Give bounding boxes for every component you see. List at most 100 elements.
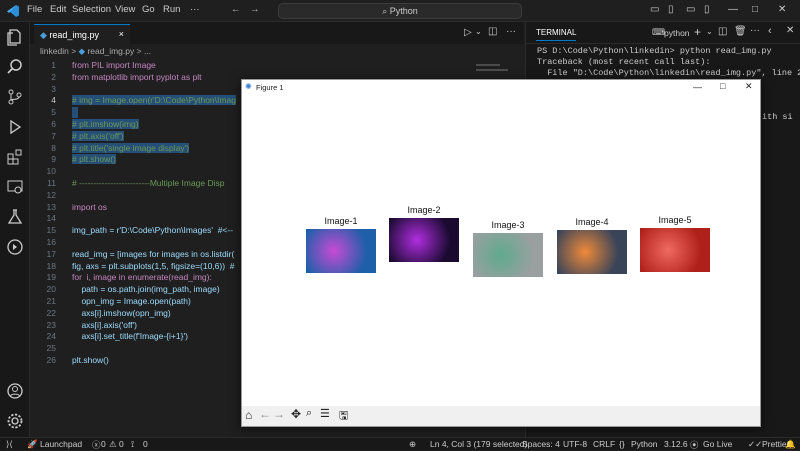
- testing-icon[interactable]: [6, 208, 24, 226]
- tab-read-img[interactable]: ◆ read_img.py ×: [34, 24, 130, 44]
- panel-right-icon[interactable]: ▯: [704, 4, 710, 15]
- line-number: 25: [46, 343, 56, 354]
- code-line[interactable]: # plt.show(): [72, 154, 116, 165]
- code-line[interactable]: fig, axs = plt.subplots(1,5, figsize=(10…: [72, 261, 235, 271]
- maximize-icon[interactable]: □: [752, 4, 758, 15]
- menu-view[interactable]: View: [115, 4, 135, 15]
- back-icon[interactable]: ←: [259, 407, 271, 421]
- new-terminal-icon[interactable]: +: [694, 25, 701, 39]
- breadcrumb-rest[interactable]: > ...: [137, 46, 151, 56]
- indentation[interactable]: Spaces: 4: [522, 439, 560, 449]
- terminal-header: TERMINAL ⌨ python + ⌄ ◫ 🗑 ··· ‹ ✕: [526, 22, 800, 44]
- figure-close-icon[interactable]: ✕: [745, 81, 753, 92]
- back-arrow-icon[interactable]: ←: [231, 4, 241, 15]
- forward-arrow-icon[interactable]: →: [250, 4, 260, 15]
- code-line[interactable]: path = os.path.join(img_path, image): [72, 284, 219, 294]
- editor-more-icon[interactable]: ···: [506, 26, 516, 37]
- code-line[interactable]: # img = Image.open(r'D:\Code\Python\Imag: [72, 95, 236, 106]
- zoom-status-icon[interactable]: ⊕: [409, 439, 416, 450]
- run-debug-icon[interactable]: [6, 118, 24, 136]
- layout-icon[interactable]: ▭: [650, 4, 659, 15]
- home-icon[interactable]: ⌂: [245, 408, 252, 422]
- command-search[interactable]: ⌕ Python: [278, 3, 522, 19]
- cursor-position[interactable]: Ln 4, Col 3 (179 selected): [430, 439, 527, 449]
- code-line[interactable]: from matplotlib import pyplot as plt: [72, 72, 201, 82]
- configure-subplots-icon[interactable]: ☰: [320, 407, 330, 420]
- menu-file[interactable]: File: [27, 4, 42, 15]
- kill-terminal-icon[interactable]: 🗑: [734, 26, 747, 37]
- search-activity-icon[interactable]: [6, 58, 24, 76]
- menu-run[interactable]: Run: [163, 4, 180, 15]
- account-icon[interactable]: [6, 382, 24, 400]
- breadcrumb-file[interactable]: read_img.py: [87, 46, 134, 56]
- code-line[interactable]: opn_img = Image.open(path): [72, 296, 190, 306]
- terminal-dropdown-icon[interactable]: ⌄: [706, 27, 713, 36]
- python-version[interactable]: 3.12.6: [664, 439, 688, 449]
- code-line[interactable]: plt.show(): [72, 355, 109, 365]
- explorer-icon[interactable]: [6, 28, 24, 46]
- extensions-icon[interactable]: [6, 148, 24, 166]
- menu-go[interactable]: Go: [142, 4, 155, 15]
- source-control-icon[interactable]: [6, 88, 24, 106]
- terminal-line-prompt: PS D:\Code\Python\linkedin> python read_…: [537, 46, 772, 56]
- menu-more[interactable]: ···: [190, 4, 200, 15]
- code-line[interactable]: axs[i].set_title(f'Image-{i+1}'): [72, 331, 187, 341]
- line-number: 23: [46, 319, 56, 330]
- golive-label[interactable]: Go Live: [703, 439, 732, 449]
- code-line[interactable]: # plt.imshow(img): [72, 119, 139, 129]
- minimize-icon[interactable]: —: [728, 4, 738, 15]
- python-file-icon: ◆: [78, 46, 86, 56]
- forward-icon[interactable]: →: [273, 407, 285, 421]
- remote-explorer-icon[interactable]: [6, 178, 24, 196]
- launchpad-icon: 🚀: [27, 439, 38, 449]
- terminal-more-icon[interactable]: ···: [750, 25, 760, 36]
- zoom-icon[interactable]: ⌕: [306, 407, 312, 420]
- pan-icon[interactable]: ✥: [291, 407, 301, 421]
- code-line[interactable]: # plt.axis('off'): [72, 130, 124, 141]
- line-number: 19: [46, 272, 56, 283]
- terminal-tab[interactable]: TERMINAL: [536, 28, 577, 41]
- vscode-logo-icon: [7, 5, 19, 17]
- subplot-image: [557, 230, 627, 274]
- panel-bottom-icon[interactable]: ▭: [686, 4, 695, 15]
- close-window-icon[interactable]: ✕: [778, 4, 786, 15]
- code-line[interactable]: read_img = [images for images in os.list…: [72, 249, 234, 259]
- terminal-shell-name[interactable]: python: [664, 28, 690, 38]
- code-line[interactable]: for i, image in enumerate(read_img):: [72, 272, 212, 282]
- line-number: 6: [51, 119, 56, 129]
- remote-icon[interactable]: ⟩⟨: [6, 439, 13, 450]
- menu-edit[interactable]: Edit: [50, 4, 66, 15]
- panel-collapse-icon[interactable]: ‹: [768, 25, 772, 37]
- code-line[interactable]: axs[i].imshow(opn_img): [72, 308, 170, 318]
- figure-minimize-icon[interactable]: —: [693, 82, 702, 92]
- code-line[interactable]: import os: [72, 202, 107, 212]
- line-ending[interactable]: CRLF: [593, 439, 615, 449]
- menu-selection[interactable]: Selection: [72, 4, 111, 15]
- breadcrumb-folder[interactable]: linkedin: [40, 46, 69, 56]
- split-editor-icon[interactable]: ◫: [488, 26, 497, 37]
- panel-left-icon[interactable]: ▯: [668, 4, 674, 15]
- ports-count[interactable]: 0: [143, 439, 148, 449]
- code-line[interactable]: # -------------------------Multiple Imag…: [72, 178, 225, 188]
- warnings-icon: ⚠: [109, 439, 117, 449]
- errors-count[interactable]: 0: [101, 439, 106, 449]
- save-figure-icon[interactable]: 🖫: [339, 407, 348, 426]
- language-mode[interactable]: Python: [631, 439, 657, 449]
- subplot-title: Image-4: [575, 217, 609, 227]
- encoding[interactable]: UTF-8: [563, 439, 587, 449]
- settings-gear-icon[interactable]: [6, 412, 24, 430]
- run-file-icon[interactable]: ▷: [464, 27, 472, 38]
- warnings-count[interactable]: 0: [119, 439, 124, 449]
- figure-maximize-icon[interactable]: □: [720, 81, 725, 91]
- notifications-icon[interactable]: 🔔: [785, 439, 796, 450]
- code-line[interactable]: img_path = r'D:\Code\Python\Images' #<--: [72, 225, 233, 235]
- launchpad-label[interactable]: Launchpad: [40, 439, 82, 449]
- code-line[interactable]: # plt.title('single image display'): [72, 142, 190, 153]
- split-terminal-icon[interactable]: ◫: [718, 26, 727, 37]
- tab-close-icon[interactable]: ×: [119, 29, 124, 39]
- run-dropdown-icon[interactable]: ⌄: [475, 27, 482, 36]
- code-line[interactable]: from PIL import Image: [72, 60, 156, 70]
- close-panel-icon[interactable]: ✕: [786, 25, 794, 36]
- github-actions-icon[interactable]: [6, 238, 24, 256]
- code-line[interactable]: axs[i].axis('off'): [72, 320, 137, 330]
